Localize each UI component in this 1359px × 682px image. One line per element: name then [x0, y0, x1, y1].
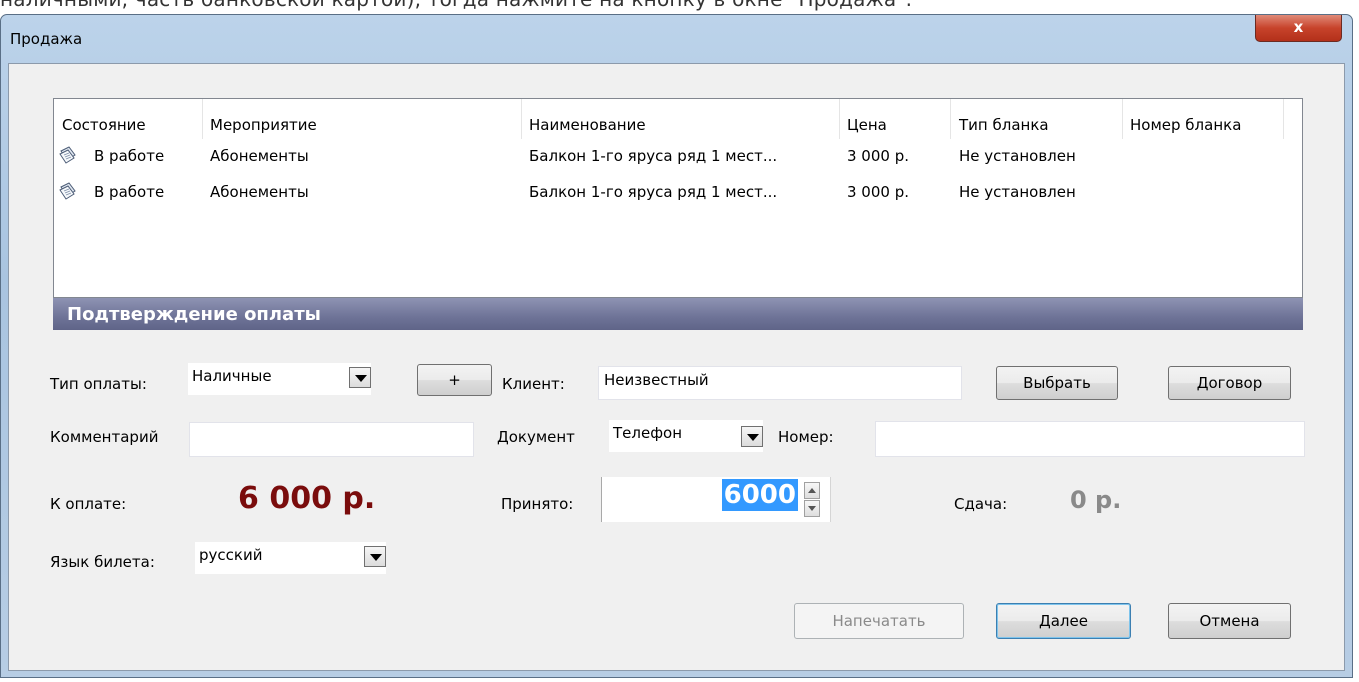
- payment-type-select[interactable]: Наличные: [188, 363, 371, 395]
- comment-field[interactable]: [189, 422, 474, 457]
- table-row[interactable]: В работе Абонементы Балкон 1-го яруса ря…: [54, 179, 1302, 207]
- to-pay-label: К оплате:: [50, 495, 127, 513]
- ticket-language-value: русский: [199, 546, 263, 564]
- accepted-amount-value[interactable]: 6000: [721, 479, 798, 511]
- tickets-table: Состояние Мероприятие Наименование Цена …: [53, 98, 1303, 298]
- document-type-select[interactable]: Телефон: [609, 420, 763, 452]
- column-divider: [202, 99, 203, 139]
- column-header-form-number[interactable]: Номер бланка: [1130, 116, 1241, 134]
- client-field[interactable]: Неизвестный: [598, 366, 962, 400]
- column-divider: [1283, 99, 1284, 139]
- choose-client-button[interactable]: Выбрать: [996, 366, 1118, 400]
- stepper-up-icon[interactable]: [804, 482, 820, 499]
- document-type-value: Телефон: [613, 424, 683, 442]
- comment-label: Комментарий: [50, 428, 159, 446]
- document-number-field[interactable]: [875, 421, 1305, 457]
- ticket-language-select[interactable]: русский: [195, 542, 386, 574]
- cancel-button[interactable]: Отмена: [1168, 603, 1291, 639]
- chevron-down-icon[interactable]: [349, 367, 371, 388]
- close-button[interactable]: x: [1255, 15, 1342, 42]
- cell-form-type: Не установлен: [959, 147, 1076, 165]
- next-button[interactable]: Далее: [996, 603, 1131, 639]
- column-header-form-type[interactable]: Тип бланка: [959, 116, 1049, 134]
- payment-type-label: Тип оплаты:: [50, 375, 147, 393]
- cell-name: Балкон 1-го яруса ряд 1 мест...: [529, 183, 778, 201]
- client-label: Клиент:: [502, 375, 565, 393]
- column-divider: [950, 99, 951, 139]
- chevron-down-icon[interactable]: [741, 426, 763, 447]
- cell-name: Балкон 1-го яруса ряд 1 мест...: [529, 147, 778, 165]
- ticket-document-icon: [59, 182, 76, 200]
- title-bar: Продажа x: [1, 15, 1352, 63]
- payment-type-value: Наличные: [192, 367, 272, 385]
- cell-state: В работе: [94, 147, 165, 165]
- document-label: Документ: [497, 428, 575, 446]
- column-header-name[interactable]: Наименование: [529, 116, 646, 134]
- print-button[interactable]: Напечатать: [794, 603, 964, 639]
- cell-price: 3 000 р.: [847, 147, 909, 165]
- column-divider: [839, 99, 840, 139]
- number-label: Номер:: [778, 428, 834, 446]
- ticket-document-icon: [59, 146, 76, 164]
- column-divider: [1122, 99, 1123, 139]
- background-caption: наличными, часть банковской картой), тог…: [0, 0, 1359, 13]
- column-header-price[interactable]: Цена: [847, 116, 887, 134]
- sale-dialog: Продажа x Состояние Мероприятие Наименов…: [0, 14, 1353, 678]
- cell-event: Абонементы: [210, 183, 309, 201]
- column-header-event[interactable]: Мероприятие: [210, 116, 317, 134]
- stepper-down-icon[interactable]: [804, 500, 820, 517]
- column-header-state[interactable]: Состояние: [62, 116, 146, 134]
- accepted-amount-stepper[interactable]: 6000: [601, 477, 831, 522]
- to-pay-amount: 6 000 р.: [238, 481, 376, 516]
- ticket-language-label: Язык билета:: [50, 553, 155, 571]
- chevron-down-icon[interactable]: [364, 546, 386, 567]
- dialog-body: Состояние Мероприятие Наименование Цена …: [8, 63, 1345, 671]
- column-divider: [521, 99, 522, 139]
- add-payment-button[interactable]: +: [417, 364, 492, 396]
- cell-form-type: Не установлен: [959, 183, 1076, 201]
- table-row[interactable]: В работе Абонементы Балкон 1-го яруса ря…: [54, 143, 1302, 171]
- contract-button[interactable]: Договор: [1168, 366, 1291, 400]
- window-title: Продажа: [10, 30, 83, 48]
- change-label: Сдача:: [954, 495, 1008, 513]
- change-amount: 0 р.: [1070, 486, 1122, 514]
- cell-event: Абонементы: [210, 147, 309, 165]
- accepted-label: Принято:: [501, 495, 574, 513]
- cell-state: В работе: [94, 183, 165, 201]
- payment-confirmation-header: Подтверждение оплаты: [53, 298, 1303, 330]
- cell-price: 3 000 р.: [847, 183, 909, 201]
- table-header: Состояние Мероприятие Наименование Цена …: [54, 99, 1302, 139]
